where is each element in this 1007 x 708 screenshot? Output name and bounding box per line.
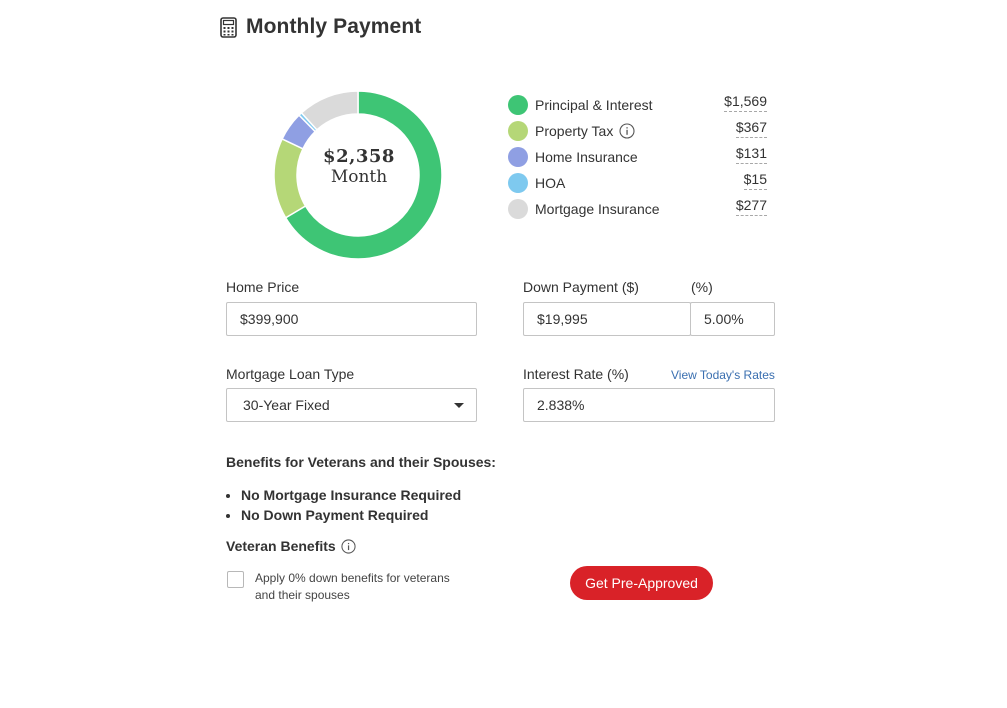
legend-item-hoa: HOA $15 — [508, 170, 770, 196]
loan-type-label: Mortgage Loan Type — [226, 366, 355, 382]
veteran-benefits-checkbox-label: Apply 0% down benefits for veterans and … — [255, 570, 450, 604]
legend-item-mortgage-insurance: Mortgage Insurance $277 — [508, 196, 770, 222]
legend-dot-principal-interest — [508, 95, 528, 115]
legend-label: Mortgage Insurance — [535, 201, 660, 217]
interest-rate-input[interactable]: 2.838% — [523, 388, 775, 422]
legend-dot-hoa — [508, 173, 528, 193]
legend-label: Home Insurance — [535, 149, 638, 165]
monthly-total-amount: $2,358 — [323, 146, 395, 167]
monthly-total-unit: Month — [330, 167, 388, 187]
down-payment-percent-value: 5.00% — [704, 311, 744, 327]
down-payment-input[interactable]: $19,995 — [523, 302, 691, 336]
checkbox-label-line: and their spouses — [255, 588, 350, 602]
legend-value-property-tax[interactable]: $367 — [735, 119, 767, 138]
legend-value-mortgage-insurance[interactable]: $277 — [735, 197, 767, 216]
page-title: Monthly Payment — [246, 15, 422, 38]
legend-label-wrap: Property Tax — [535, 123, 635, 139]
legend-value-hoa[interactable]: $15 — [743, 171, 767, 190]
veteran-benefits-label: Veteran Benefits — [226, 538, 336, 554]
veteran-benefits-checkbox[interactable] — [227, 571, 244, 588]
view-todays-rates-link[interactable]: View Today's Rates — [671, 368, 775, 382]
home-price-input[interactable]: $399,900 — [226, 302, 477, 336]
down-payment-percent-input[interactable]: 5.00% — [690, 302, 775, 336]
down-payment-value: $19,995 — [537, 311, 588, 327]
down-payment-percent-label: (%) — [691, 279, 713, 295]
chevron-down-icon — [454, 403, 464, 408]
get-pre-approved-button[interactable]: Get Pre-Approved — [570, 566, 713, 600]
legend-item-property-tax: Property Tax $367 — [508, 118, 770, 144]
interest-rate-value: 2.838% — [537, 397, 585, 413]
home-price-value: $399,900 — [240, 311, 299, 327]
legend-dot-home-insurance — [508, 147, 528, 167]
info-icon[interactable] — [341, 538, 356, 554]
legend-dot-mortgage-insurance — [508, 199, 528, 219]
legend-label: Property Tax — [535, 123, 614, 139]
legend-item-home-insurance: Home Insurance $131 — [508, 144, 770, 170]
payment-legend: Principal & Interest $1,569 Property Tax… — [508, 92, 770, 222]
header: Monthly Payment — [220, 14, 421, 40]
veteran-benefits-heading: Benefits for Veterans and their Spouses: — [226, 454, 496, 470]
donut-center-label: $2,358 Month — [273, 146, 445, 187]
legend-label: Principal & Interest — [535, 97, 653, 113]
veteran-benefits-section: Veteran Benefits — [226, 538, 356, 554]
down-payment-label: Down Payment ($) — [523, 279, 639, 295]
info-icon[interactable] — [619, 123, 635, 139]
legend-value-principal-interest[interactable]: $1,569 — [724, 93, 767, 112]
legend-label: HOA — [535, 175, 566, 191]
legend-value-home-insurance[interactable]: $131 — [735, 145, 767, 164]
interest-rate-label: Interest Rate (%) — [523, 366, 629, 382]
home-price-label: Home Price — [226, 279, 300, 295]
calculator-icon — [220, 16, 237, 38]
loan-type-select[interactable]: 30-Year Fixed — [226, 388, 477, 422]
list-item: No Mortgage Insurance Required — [241, 485, 461, 505]
legend-item-principal-interest: Principal & Interest $1,569 — [508, 92, 770, 118]
loan-type-value: 30-Year Fixed — [243, 397, 330, 413]
checkbox-label-line: Apply 0% down benefits for veterans — [255, 571, 450, 585]
legend-dot-property-tax — [508, 121, 528, 141]
list-item: No Down Payment Required — [241, 505, 461, 525]
veteran-benefits-list: No Mortgage Insurance Required No Down P… — [225, 485, 461, 525]
